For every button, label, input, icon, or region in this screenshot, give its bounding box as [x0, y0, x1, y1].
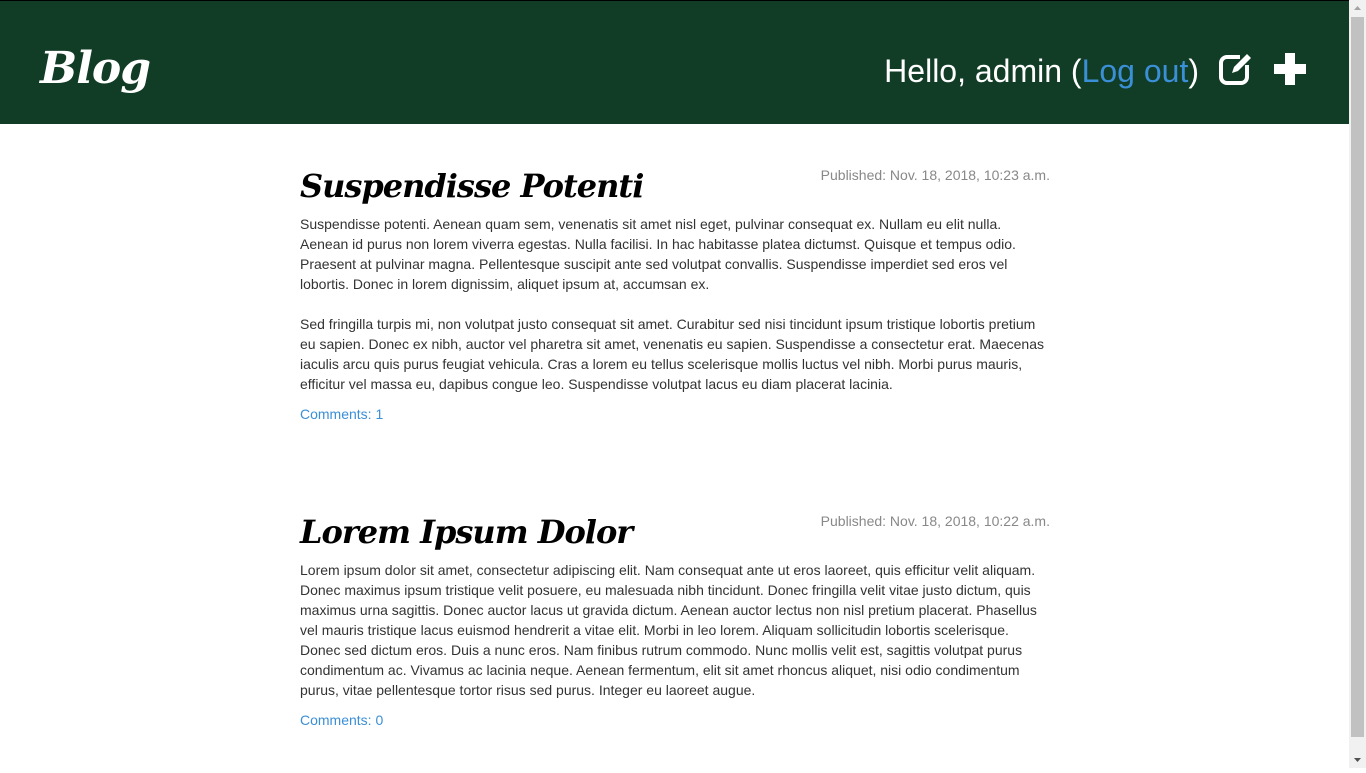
post-paragraph: Lorem ipsum dolor sit amet, consectetur …: [300, 562, 1037, 698]
post-paragraph: Suspendisse potenti. Aenean quam sem, ve…: [300, 216, 1016, 292]
greeting-suffix: ): [1188, 53, 1199, 89]
site-header: Blog Hello, admin (Log out): [0, 1, 1349, 124]
post-body: Lorem ipsum dolor sit amet, consectetur …: [300, 560, 1050, 700]
comments-link[interactable]: Comments: 0: [300, 710, 383, 730]
post-body: Suspendisse potenti. Aenean quam sem, ve…: [300, 214, 1050, 394]
new-post-button[interactable]: [1218, 49, 1254, 87]
post-date: Published: Nov. 18, 2018, 10:23 a.m.: [820, 167, 1050, 183]
greeting-text: Hello, admin (: [884, 53, 1082, 89]
scroll-up-arrow-icon[interactable]: [1349, 0, 1366, 17]
post-paragraph: Sed fringilla turpis mi, non volutpat ju…: [300, 316, 1044, 392]
post-list: Published: Nov. 18, 2018, 10:23 a.m. Sus…: [300, 124, 1050, 730]
user-greeting: Hello, admin (Log out): [884, 51, 1199, 91]
scroll-down-arrow-icon[interactable]: [1349, 751, 1366, 768]
vertical-scrollbar[interactable]: [1349, 0, 1366, 768]
logout-link[interactable]: Log out: [1082, 53, 1189, 89]
edit-icon: [1219, 51, 1252, 85]
scrollbar-thumb[interactable]: [1351, 17, 1364, 737]
post: Published: Nov. 18, 2018, 10:22 a.m. Lor…: [300, 470, 1050, 730]
brand-logo[interactable]: Blog: [40, 41, 151, 97]
add-button[interactable]: [1272, 51, 1308, 87]
post-title[interactable]: Lorem Ipsum Dolor: [300, 470, 1050, 554]
page: Blog Hello, admin (Log out) Published: N…: [0, 0, 1349, 768]
plus-icon: [1274, 53, 1306, 85]
post-date: Published: Nov. 18, 2018, 10:22 a.m.: [820, 513, 1050, 529]
post-title[interactable]: Suspendisse Potenti: [300, 124, 1050, 208]
post: Published: Nov. 18, 2018, 10:23 a.m. Sus…: [300, 124, 1050, 424]
comments-link[interactable]: Comments: 1: [300, 404, 383, 424]
